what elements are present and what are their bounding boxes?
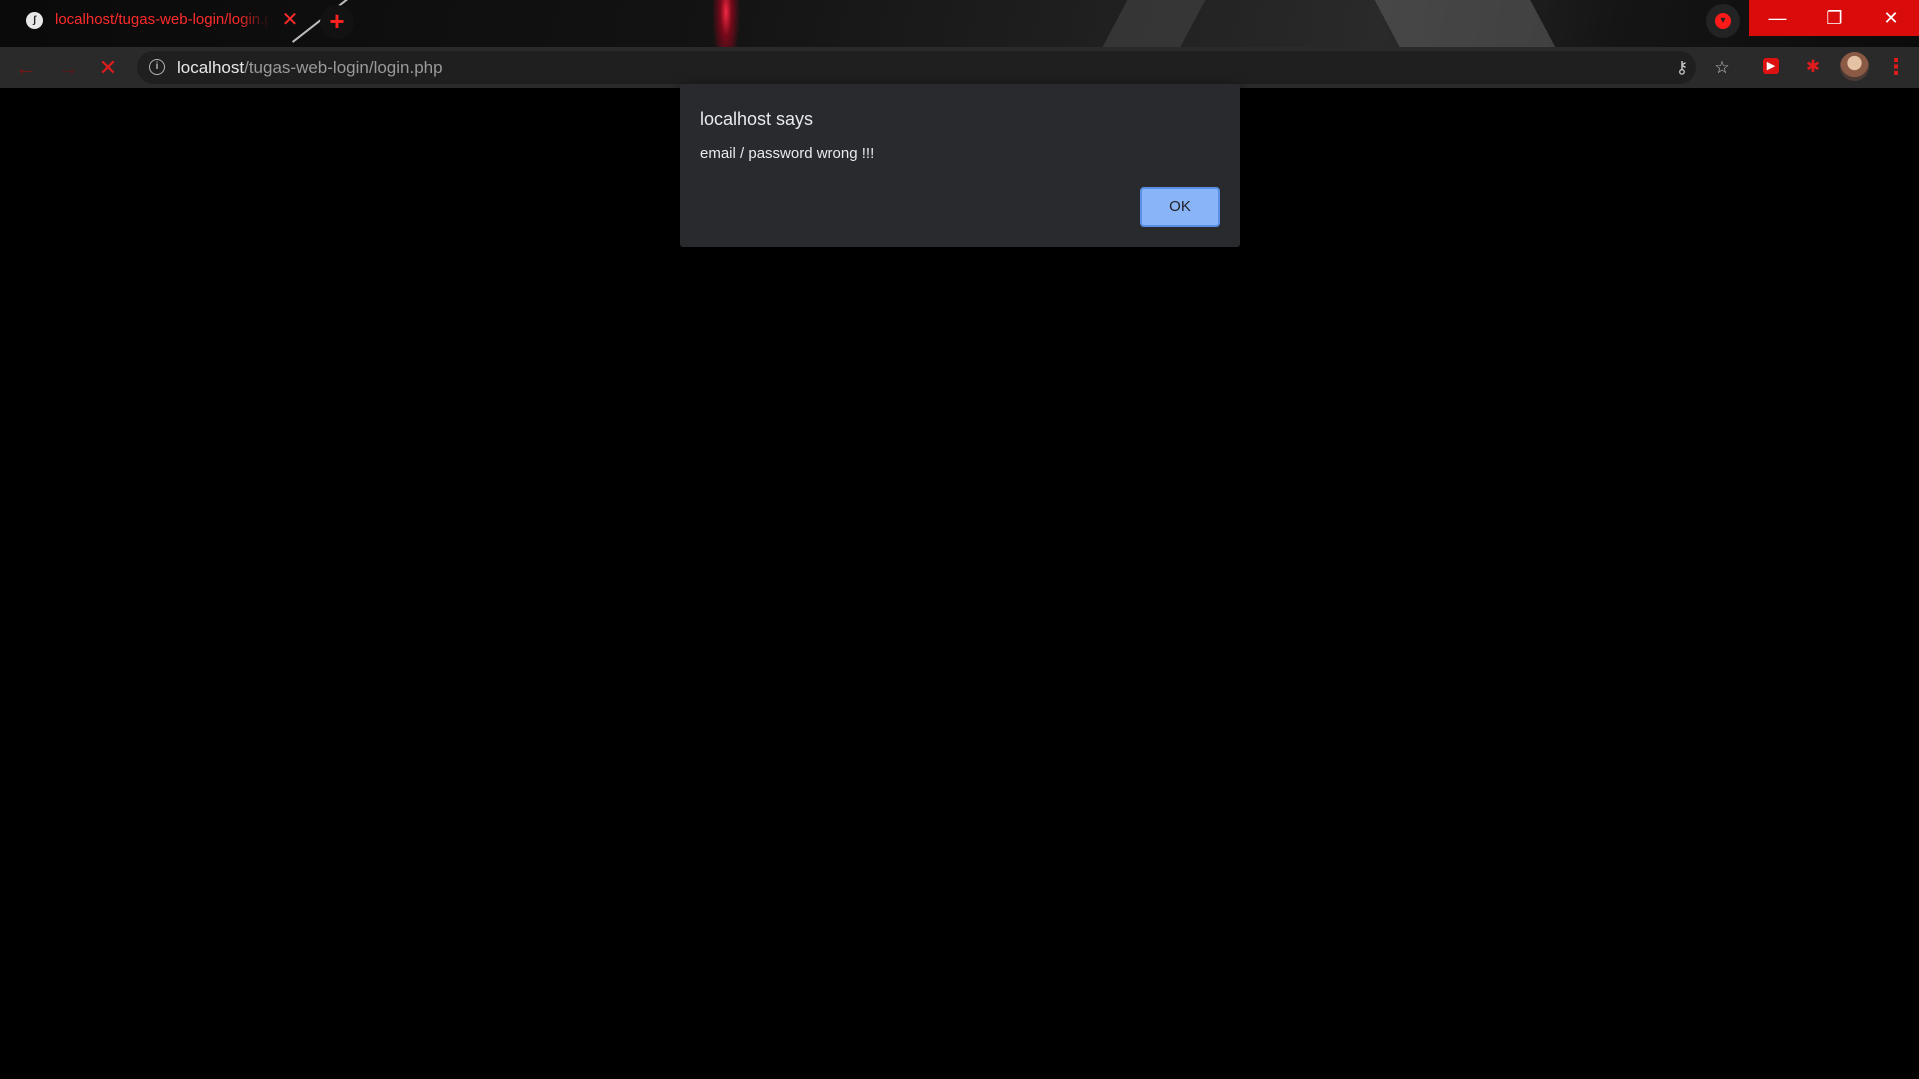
- site-favicon-icon: ʃ: [26, 12, 43, 29]
- extension-icon[interactable]: ▶: [1763, 58, 1779, 74]
- url-path: /tugas-web-login/login.php: [244, 58, 443, 77]
- dialog-message: email / password wrong !!!: [700, 145, 875, 162]
- key-icon[interactable]: ⚷: [1671, 57, 1693, 79]
- url-host: localhost: [177, 58, 245, 77]
- minimize-button[interactable]: —: [1749, 0, 1806, 36]
- alert-dialog: localhost says email / password wrong !!…: [680, 84, 1240, 247]
- browser-toolbar: ← → ✕ i localhost/tugas-web-login/login.…: [0, 47, 1919, 88]
- arrow-left-icon[interactable]: ←: [13, 55, 39, 81]
- url-text[interactable]: localhost/tugas-web-login/login.php: [177, 58, 443, 78]
- ok-button[interactable]: OK: [1140, 187, 1220, 227]
- tab-strip: ʃ localhost/tugas-web-login/login.php ✕ …: [0, 0, 1919, 47]
- dialog-title: localhost says: [700, 109, 814, 129]
- arrow-right-icon[interactable]: →: [55, 55, 81, 81]
- tab-active[interactable]: ʃ localhost/tugas-web-login/login.php ✕: [0, 0, 312, 42]
- puzzle-icon[interactable]: ✱: [1803, 57, 1823, 77]
- tab-search-icon: ▾: [1715, 13, 1731, 29]
- star-icon[interactable]: ☆: [1711, 57, 1733, 79]
- kebab-menu-icon[interactable]: ⋮: [1885, 55, 1907, 79]
- info-icon[interactable]: i: [149, 59, 165, 75]
- close-icon[interactable]: ✕: [280, 10, 300, 30]
- browser-window: ʃ localhost/tugas-web-login/login.php ✕ …: [0, 0, 1919, 1079]
- tab-title: localhost/tugas-web-login/login.php: [55, 11, 270, 28]
- window-close-button[interactable]: ✕: [1863, 0, 1919, 36]
- tab-search-button[interactable]: ▾: [1706, 4, 1740, 38]
- avatar[interactable]: [1840, 52, 1869, 81]
- restore-button[interactable]: ❐: [1806, 0, 1863, 36]
- new-tab-button[interactable]: +: [320, 5, 354, 39]
- stop-icon[interactable]: ✕: [95, 55, 121, 81]
- address-bar[interactable]: i localhost/tugas-web-login/login.php ⚷ …: [137, 51, 1730, 84]
